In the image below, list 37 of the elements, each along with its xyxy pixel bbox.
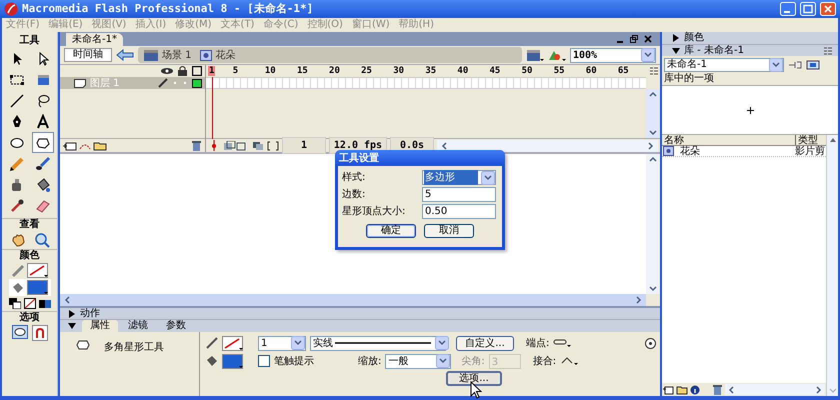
frame-number: 60 [586, 65, 598, 77]
frame-number: 30 [393, 65, 406, 77]
frame-number: 15 [296, 65, 309, 77]
toolbox-title: 工具 [20, 35, 40, 47]
frame-number: 40 [457, 65, 470, 77]
join-label: 接合: [532, 354, 556, 368]
field-label: 星形顶点大小: [342, 204, 406, 219]
section-label: 选项 [20, 312, 40, 324]
section-label: 颜色 [20, 250, 40, 262]
panel-title: 颜色 [684, 32, 704, 44]
frame-number: 65 [618, 65, 630, 77]
field-label: 样式: [342, 170, 366, 185]
frame-number: 1 [208, 65, 216, 77]
frame-number: 45 [490, 65, 502, 77]
cap-label: 端点: [526, 336, 550, 350]
frame-number: 35 [425, 65, 438, 77]
item-type: 影片剪 [795, 144, 825, 158]
panel-title: 动作 [80, 308, 100, 319]
frame-number: 10 [264, 65, 277, 77]
miter-label: 尖角: [461, 354, 485, 368]
frame-number: 50 [522, 65, 534, 77]
frame-number: 5 [232, 65, 240, 77]
scale-label: 缩放: [358, 354, 382, 368]
checkbox-label: 笔触提示 [274, 354, 315, 368]
layer-name: 图层 1 [90, 76, 121, 90]
frame-number: 55 [554, 65, 566, 77]
current-frame-field: 1 [282, 137, 326, 154]
panel-title: 库 - 未命名-1 [684, 44, 745, 56]
frame-number: 20 [329, 65, 341, 77]
section-label: 查看 [20, 219, 40, 231]
item-name: 花朵 [680, 144, 701, 158]
frame-number: 25 [361, 65, 373, 77]
tool-name: 多角星形工具 [104, 341, 164, 355]
field-label: 边数: [342, 188, 366, 202]
item-count: 库中的一项 [663, 73, 715, 85]
window-title: Macromedia Flash Professional 8 - [未命名-1*] [22, 0, 314, 17]
dialog-title: 工具设置 [339, 152, 379, 166]
